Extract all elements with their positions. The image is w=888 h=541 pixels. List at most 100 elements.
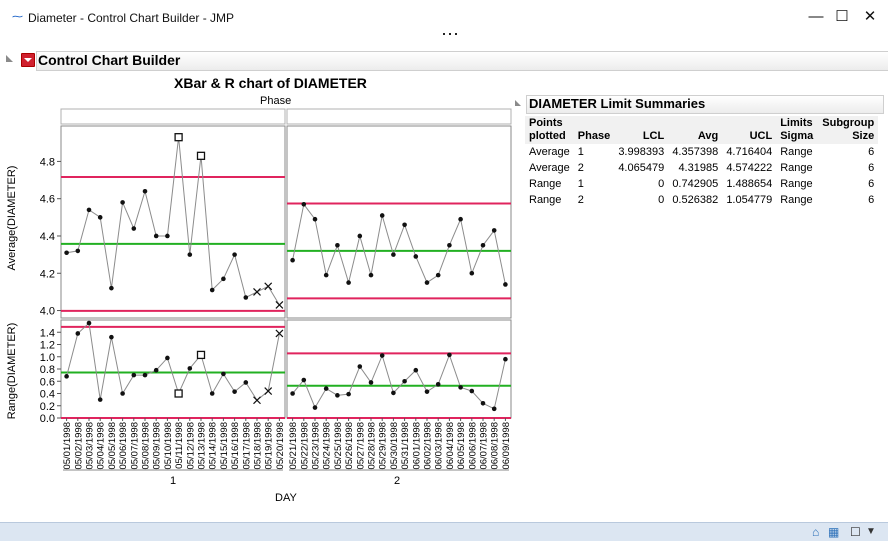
window-checkbox-icon[interactable]: ☐ — [850, 525, 861, 539]
summary-disclosure-icon[interactable] — [515, 100, 521, 106]
xbar-point — [209, 287, 215, 293]
x-tick-label: 05/12/1998 — [185, 422, 196, 470]
r-point — [86, 320, 92, 326]
x-tick-label: 05/15/1998 — [219, 422, 230, 470]
col-lcl[interactable]: LCL — [614, 116, 669, 144]
x-tick-label: 05/29/1998 — [378, 422, 389, 470]
table-cell: 1 — [577, 146, 584, 158]
xbar-point — [391, 252, 396, 257]
minimize-button[interactable]: — — [802, 6, 830, 28]
xbar-point — [413, 254, 419, 259]
x-tick-label: 05/13/1998 — [197, 422, 208, 470]
x-tick-label: 05/26/1998 — [344, 422, 355, 470]
r-point — [75, 331, 81, 336]
x-tick-label: 06/06/1998 — [467, 422, 478, 470]
x-tick-label: 05/25/1998 — [333, 422, 344, 470]
x-tick-label: 06/01/1998 — [411, 422, 422, 470]
xbar-point — [503, 282, 508, 287]
r-point — [491, 406, 497, 412]
xbar-y-axis-label: Average(DIAMETER) — [6, 165, 18, 271]
r-point — [221, 371, 226, 377]
xbar-point — [64, 250, 69, 256]
r-point — [357, 364, 363, 369]
x-tick-label: 05/19/1998 — [264, 422, 275, 470]
x-tick-label: 06/09/1998 — [501, 422, 512, 470]
x-tick-label: 05/22/1998 — [299, 422, 310, 470]
table-cell: 4.357398 — [672, 146, 719, 158]
x-tick-label: 05/31/1998 — [400, 422, 411, 470]
table-row: Range 2 0 0.526382 1.054779 Range 6 — [525, 192, 878, 208]
table-cell: 1.054779 — [726, 194, 773, 206]
chevron-down-icon[interactable]: ▼ — [866, 526, 876, 537]
xbar-point — [424, 280, 430, 285]
x-tick-label: 05/05/1998 — [107, 422, 118, 470]
phase-header-box-2 — [286, 108, 512, 125]
r-point — [379, 353, 385, 358]
phase-header-box-1 — [60, 108, 286, 125]
r-point — [335, 393, 340, 398]
table-cell: Range — [780, 178, 813, 190]
col-ucl[interactable]: UCL — [722, 116, 777, 144]
xbar-point — [120, 200, 125, 205]
xbar-point — [346, 280, 351, 285]
xbar-point — [165, 233, 170, 239]
r-point — [232, 389, 237, 394]
xbar-point — [187, 252, 193, 257]
x-tick-label: 05/10/1998 — [163, 422, 174, 470]
x-tick-label: 05/30/1998 — [389, 422, 400, 470]
close-button[interactable]: ✕ — [856, 6, 884, 28]
x-tick-label: 05/04/1998 — [96, 422, 107, 470]
x-tick-label: 05/14/1998 — [208, 422, 219, 470]
r-point — [346, 391, 351, 397]
col-avg[interactable]: Avg — [668, 116, 723, 144]
xbar-y-tick-label: 4.4 — [40, 231, 55, 243]
col-phase[interactable]: Phase — [573, 116, 615, 144]
xbar-point — [86, 207, 92, 213]
r-point — [402, 378, 407, 384]
window-list-icon[interactable]: ▦ — [828, 525, 839, 539]
home-icon[interactable]: ⌂ — [812, 525, 819, 539]
r-point-flagged — [196, 350, 206, 360]
x-axis-label: DAY — [275, 492, 297, 504]
col-limits-sigma[interactable]: Limits Sigma — [776, 116, 819, 144]
r-point — [109, 334, 114, 340]
xbar-point — [458, 216, 463, 222]
col-points-plotted[interactable]: Points plotted — [525, 116, 574, 144]
r-y-tick-label: 1.0 — [40, 352, 55, 364]
xbar-point — [480, 243, 486, 248]
table-cell: 0 — [658, 194, 665, 206]
table-cell: 0.526382 — [672, 194, 719, 206]
r-point — [312, 405, 318, 410]
x-tick-label: 05/08/1998 — [141, 422, 152, 470]
r-point — [503, 356, 508, 362]
maximize-button[interactable]: ☐ — [828, 6, 856, 28]
table-cell: Range — [529, 194, 562, 206]
table-cell: 6 — [868, 194, 875, 206]
control-chart-svg: 4.0 4.2 4.4 4.6 4.8 0.00.20.40.60.81.01.21.4 0… — [40, 108, 512, 471]
xbar-point — [368, 272, 374, 278]
x-tick-label: 06/07/1998 — [479, 422, 490, 470]
x-group-label-2: 2 — [394, 475, 401, 487]
r-point — [153, 367, 159, 373]
r-panel-frame — [60, 319, 286, 419]
table-row: Average 2 4.065479 4.31985 4.574222 Rang… — [525, 160, 878, 176]
r-y-tick-label: 0.2 — [40, 401, 55, 413]
r-point — [165, 355, 170, 361]
x-tick-label: 05/18/1998 — [253, 422, 264, 470]
x-tick-label: 06/05/1998 — [456, 422, 467, 470]
col-subgroup-size[interactable]: Subgroup Size — [818, 116, 879, 144]
r-point — [120, 391, 125, 396]
table-cell: 4.716404 — [726, 146, 773, 158]
limit-summaries-table: Points plotted Phase LCL Avg UCL Limits … — [525, 116, 879, 208]
xbar-y-tick-label: 4.0 — [40, 306, 55, 318]
r-point — [290, 391, 295, 396]
x-tick-label: 05/27/1998 — [355, 422, 366, 470]
x-tick-label: 05/23/1998 — [311, 422, 322, 470]
x-tick-label: 05/21/1998 — [288, 422, 299, 470]
x-tick-label: 05/24/1998 — [322, 422, 333, 470]
r-point — [64, 374, 69, 379]
xbar-point — [243, 295, 249, 300]
xbar-point — [109, 285, 114, 291]
r-y-tick-label: 0.0 — [40, 413, 55, 425]
x-tick-label: 05/20/1998 — [275, 422, 286, 470]
